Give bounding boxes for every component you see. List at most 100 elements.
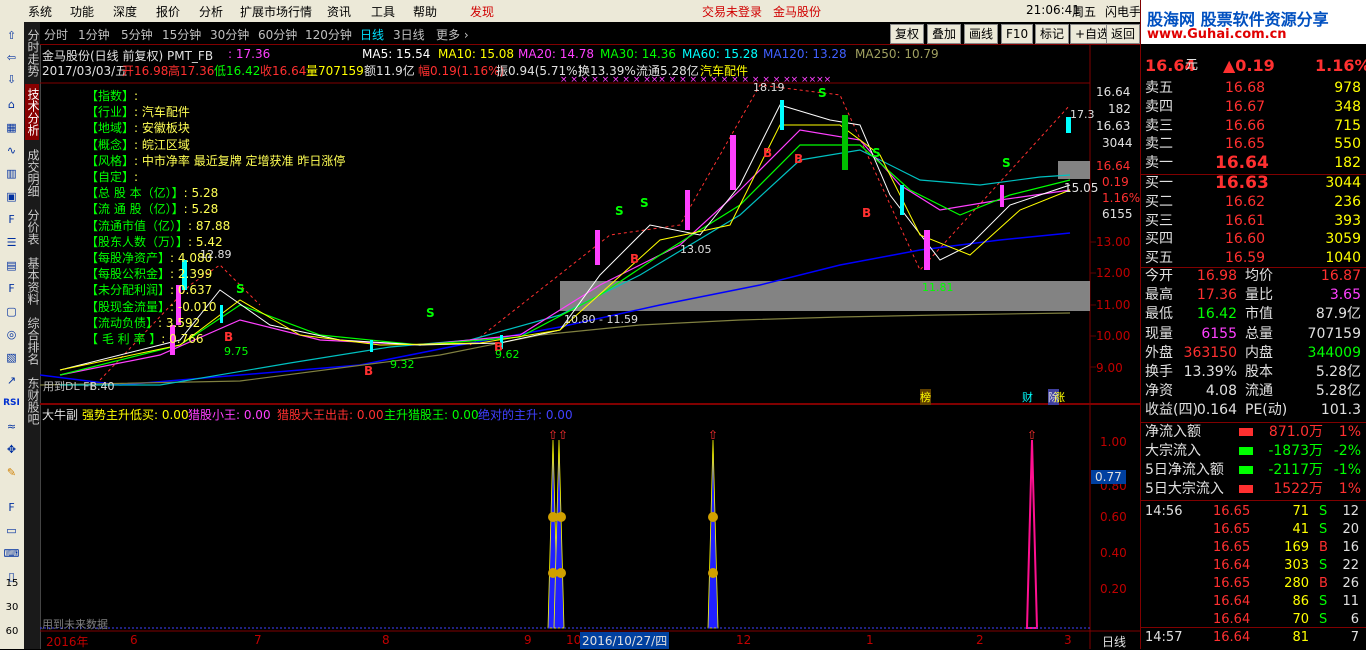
period-more[interactable]: 更多 › bbox=[436, 26, 469, 43]
menu-discover[interactable]: 发现 bbox=[470, 3, 494, 20]
mark-zhang[interactable]: 涨 bbox=[1054, 389, 1065, 405]
list-icon[interactable]: ☰ bbox=[3, 235, 20, 250]
trend-icon[interactable]: ↗ bbox=[3, 373, 20, 388]
fuquan-button[interactable]: 复权 bbox=[890, 24, 925, 44]
low3-label: 9.62 bbox=[495, 348, 520, 361]
axis-11: 11.00 bbox=[1096, 298, 1131, 312]
menu-analysis[interactable]: 分析 bbox=[199, 3, 223, 20]
target-icon[interactable]: ◎ bbox=[3, 327, 20, 342]
period-30[interactable]: 30 bbox=[2, 602, 22, 613]
order-book-row[interactable]: 卖一 16.64 182 bbox=[1143, 154, 1365, 173]
back-button[interactable]: 返回 bbox=[1106, 24, 1140, 44]
period-1min[interactable]: 1分钟 bbox=[78, 26, 110, 43]
up-arrow-icon[interactable]: ⇧ bbox=[3, 28, 20, 43]
f12-icon[interactable]: F bbox=[3, 281, 20, 296]
date-2: 2 bbox=[976, 633, 984, 647]
flash-trade-button[interactable]: 闪电手 bbox=[1105, 3, 1141, 20]
period-15min[interactable]: 15分钟 bbox=[162, 26, 201, 43]
order-book-row[interactable]: 卖五 16.68 978 bbox=[1143, 79, 1365, 98]
doc-icon[interactable]: ▢ bbox=[3, 304, 20, 319]
pencil-icon[interactable]: ✎ bbox=[3, 465, 20, 480]
book-volume: 236 bbox=[1334, 193, 1361, 210]
period-15[interactable]: 15 bbox=[2, 578, 22, 589]
table-icon[interactable]: ▤ bbox=[3, 258, 20, 273]
tick-count: 12 bbox=[1342, 504, 1359, 519]
tab-basic-info[interactable]: 基本资料 bbox=[25, 254, 40, 308]
info-icon[interactable]: ▭ bbox=[3, 523, 20, 538]
book-volume: 3044 bbox=[1325, 175, 1361, 191]
menu-news[interactable]: 资讯 bbox=[327, 3, 351, 20]
low4-label: 9.75 bbox=[224, 345, 249, 358]
tab-deals[interactable]: 成交明细 bbox=[25, 146, 40, 200]
line-chart-icon[interactable]: ∿ bbox=[3, 143, 20, 158]
fundamental-key: 【股东人数（万）】 bbox=[86, 234, 189, 249]
draw-line-button[interactable]: 画线 bbox=[964, 24, 999, 44]
fundamental-key: 【行业】 bbox=[86, 105, 135, 120]
fundamental-item: 【流通市值（亿）】: 87.88 bbox=[86, 217, 230, 234]
menu-function[interactable]: 功能 bbox=[70, 3, 94, 20]
order-book-row[interactable]: 买四 16.60 3059 bbox=[1143, 230, 1365, 249]
overlay-button[interactable]: 叠加 bbox=[927, 24, 962, 44]
mid2-label: 13.05 bbox=[680, 243, 712, 256]
f10-button[interactable]: F10 bbox=[1001, 24, 1034, 44]
candle-icon[interactable]: ▥ bbox=[3, 166, 20, 181]
order-book-row[interactable]: 卖四 16.67 348 bbox=[1143, 98, 1365, 117]
wave-icon[interactable]: ≈ bbox=[3, 419, 20, 434]
fundamental-item: 【行业】: 汽车配件 bbox=[86, 103, 190, 120]
left-arrow-icon[interactable]: ⇦ bbox=[3, 50, 20, 65]
move-icon[interactable]: ✥ bbox=[3, 442, 20, 457]
period-30min[interactable]: 30分钟 bbox=[210, 26, 249, 43]
candle bbox=[220, 305, 223, 323]
window-icon[interactable]: ▣ bbox=[3, 189, 20, 204]
period-3day[interactable]: 3日线 bbox=[393, 26, 425, 43]
trade-status[interactable]: 交易未登录 bbox=[702, 3, 762, 20]
order-book-row[interactable]: 卖三 16.66 715 bbox=[1143, 117, 1365, 136]
mark-bang[interactable]: 榜 bbox=[920, 389, 931, 405]
tick-price: 16.65 bbox=[1213, 522, 1251, 537]
menu-tools[interactable]: 工具 bbox=[371, 3, 395, 20]
fundamental-value: : 5.42 bbox=[188, 234, 223, 249]
axis-last: 16.64 bbox=[1096, 159, 1131, 173]
order-book-row[interactable]: 卖二 16.65 550 bbox=[1143, 135, 1365, 154]
f10-icon[interactable]: F bbox=[3, 212, 20, 227]
order-book-row[interactable]: 买五 16.59 1040 bbox=[1143, 249, 1365, 268]
kline-chart-area[interactable]: × × × × × × × × ××× × × × × × × × × × × … bbox=[40, 45, 1140, 649]
order-book-row[interactable]: 买三 16.61 393 bbox=[1143, 212, 1365, 231]
period-daily[interactable]: 日线 bbox=[360, 26, 384, 43]
down-arrow-icon[interactable]: ⇩ bbox=[3, 72, 20, 87]
period-timeshare[interactable]: 分时 bbox=[44, 26, 68, 43]
period-60[interactable]: 60 bbox=[2, 626, 22, 637]
flow-value: -2117万 bbox=[1268, 462, 1323, 478]
svg-text:B: B bbox=[364, 364, 373, 378]
mark-cai[interactable]: 财 bbox=[1022, 389, 1033, 405]
menu-depth[interactable]: 深度 bbox=[113, 3, 137, 20]
menu-system[interactable]: 系统 bbox=[28, 3, 52, 20]
period-5min[interactable]: 5分钟 bbox=[121, 26, 153, 43]
f5-icon[interactable]: F bbox=[3, 500, 20, 515]
stat-row: 换手 13.39% 股本 5.28亿 bbox=[1143, 363, 1365, 382]
tab-price-table[interactable]: 分价表 bbox=[25, 206, 40, 248]
box-icon[interactable]: ▧ bbox=[3, 350, 20, 365]
tab-technical[interactable]: 技术分析 bbox=[25, 84, 40, 140]
tab-ranking[interactable]: 综合排名 bbox=[25, 314, 40, 368]
book-label: 买四 bbox=[1145, 231, 1173, 248]
period-120min[interactable]: 120分钟 bbox=[305, 26, 352, 43]
menu-ext-market[interactable]: 扩展市场行情 bbox=[240, 3, 312, 20]
fundamental-value: : 安徽板块 bbox=[134, 121, 190, 136]
menu-help[interactable]: 帮助 bbox=[413, 3, 437, 20]
flow-label: 5日大宗流入 bbox=[1145, 481, 1224, 497]
tab-forum[interactable]: 东财股吧 bbox=[25, 374, 40, 428]
axis-13: 13.00 bbox=[1096, 235, 1131, 249]
order-book-row[interactable]: 买一 16.63 3044 bbox=[1143, 174, 1365, 193]
rsi-icon[interactable]: RSI bbox=[3, 396, 20, 411]
grid-icon[interactable]: ▦ bbox=[3, 120, 20, 135]
home-icon[interactable]: ⌂ bbox=[3, 97, 20, 112]
order-book-row[interactable]: 买二 16.62 236 bbox=[1143, 193, 1365, 212]
menu-quote[interactable]: 报价 bbox=[156, 3, 180, 20]
tab-timeshare[interactable]: 分时走势 bbox=[25, 26, 40, 80]
quote-headline: 16.64 元 ▲0.19 1.16% bbox=[1143, 56, 1366, 75]
keyboard-icon[interactable]: ⌨ bbox=[3, 546, 20, 561]
period-60min[interactable]: 60分钟 bbox=[258, 26, 297, 43]
stat-value: 344009 bbox=[1307, 344, 1361, 361]
mark-button[interactable]: 标记 bbox=[1035, 24, 1070, 44]
